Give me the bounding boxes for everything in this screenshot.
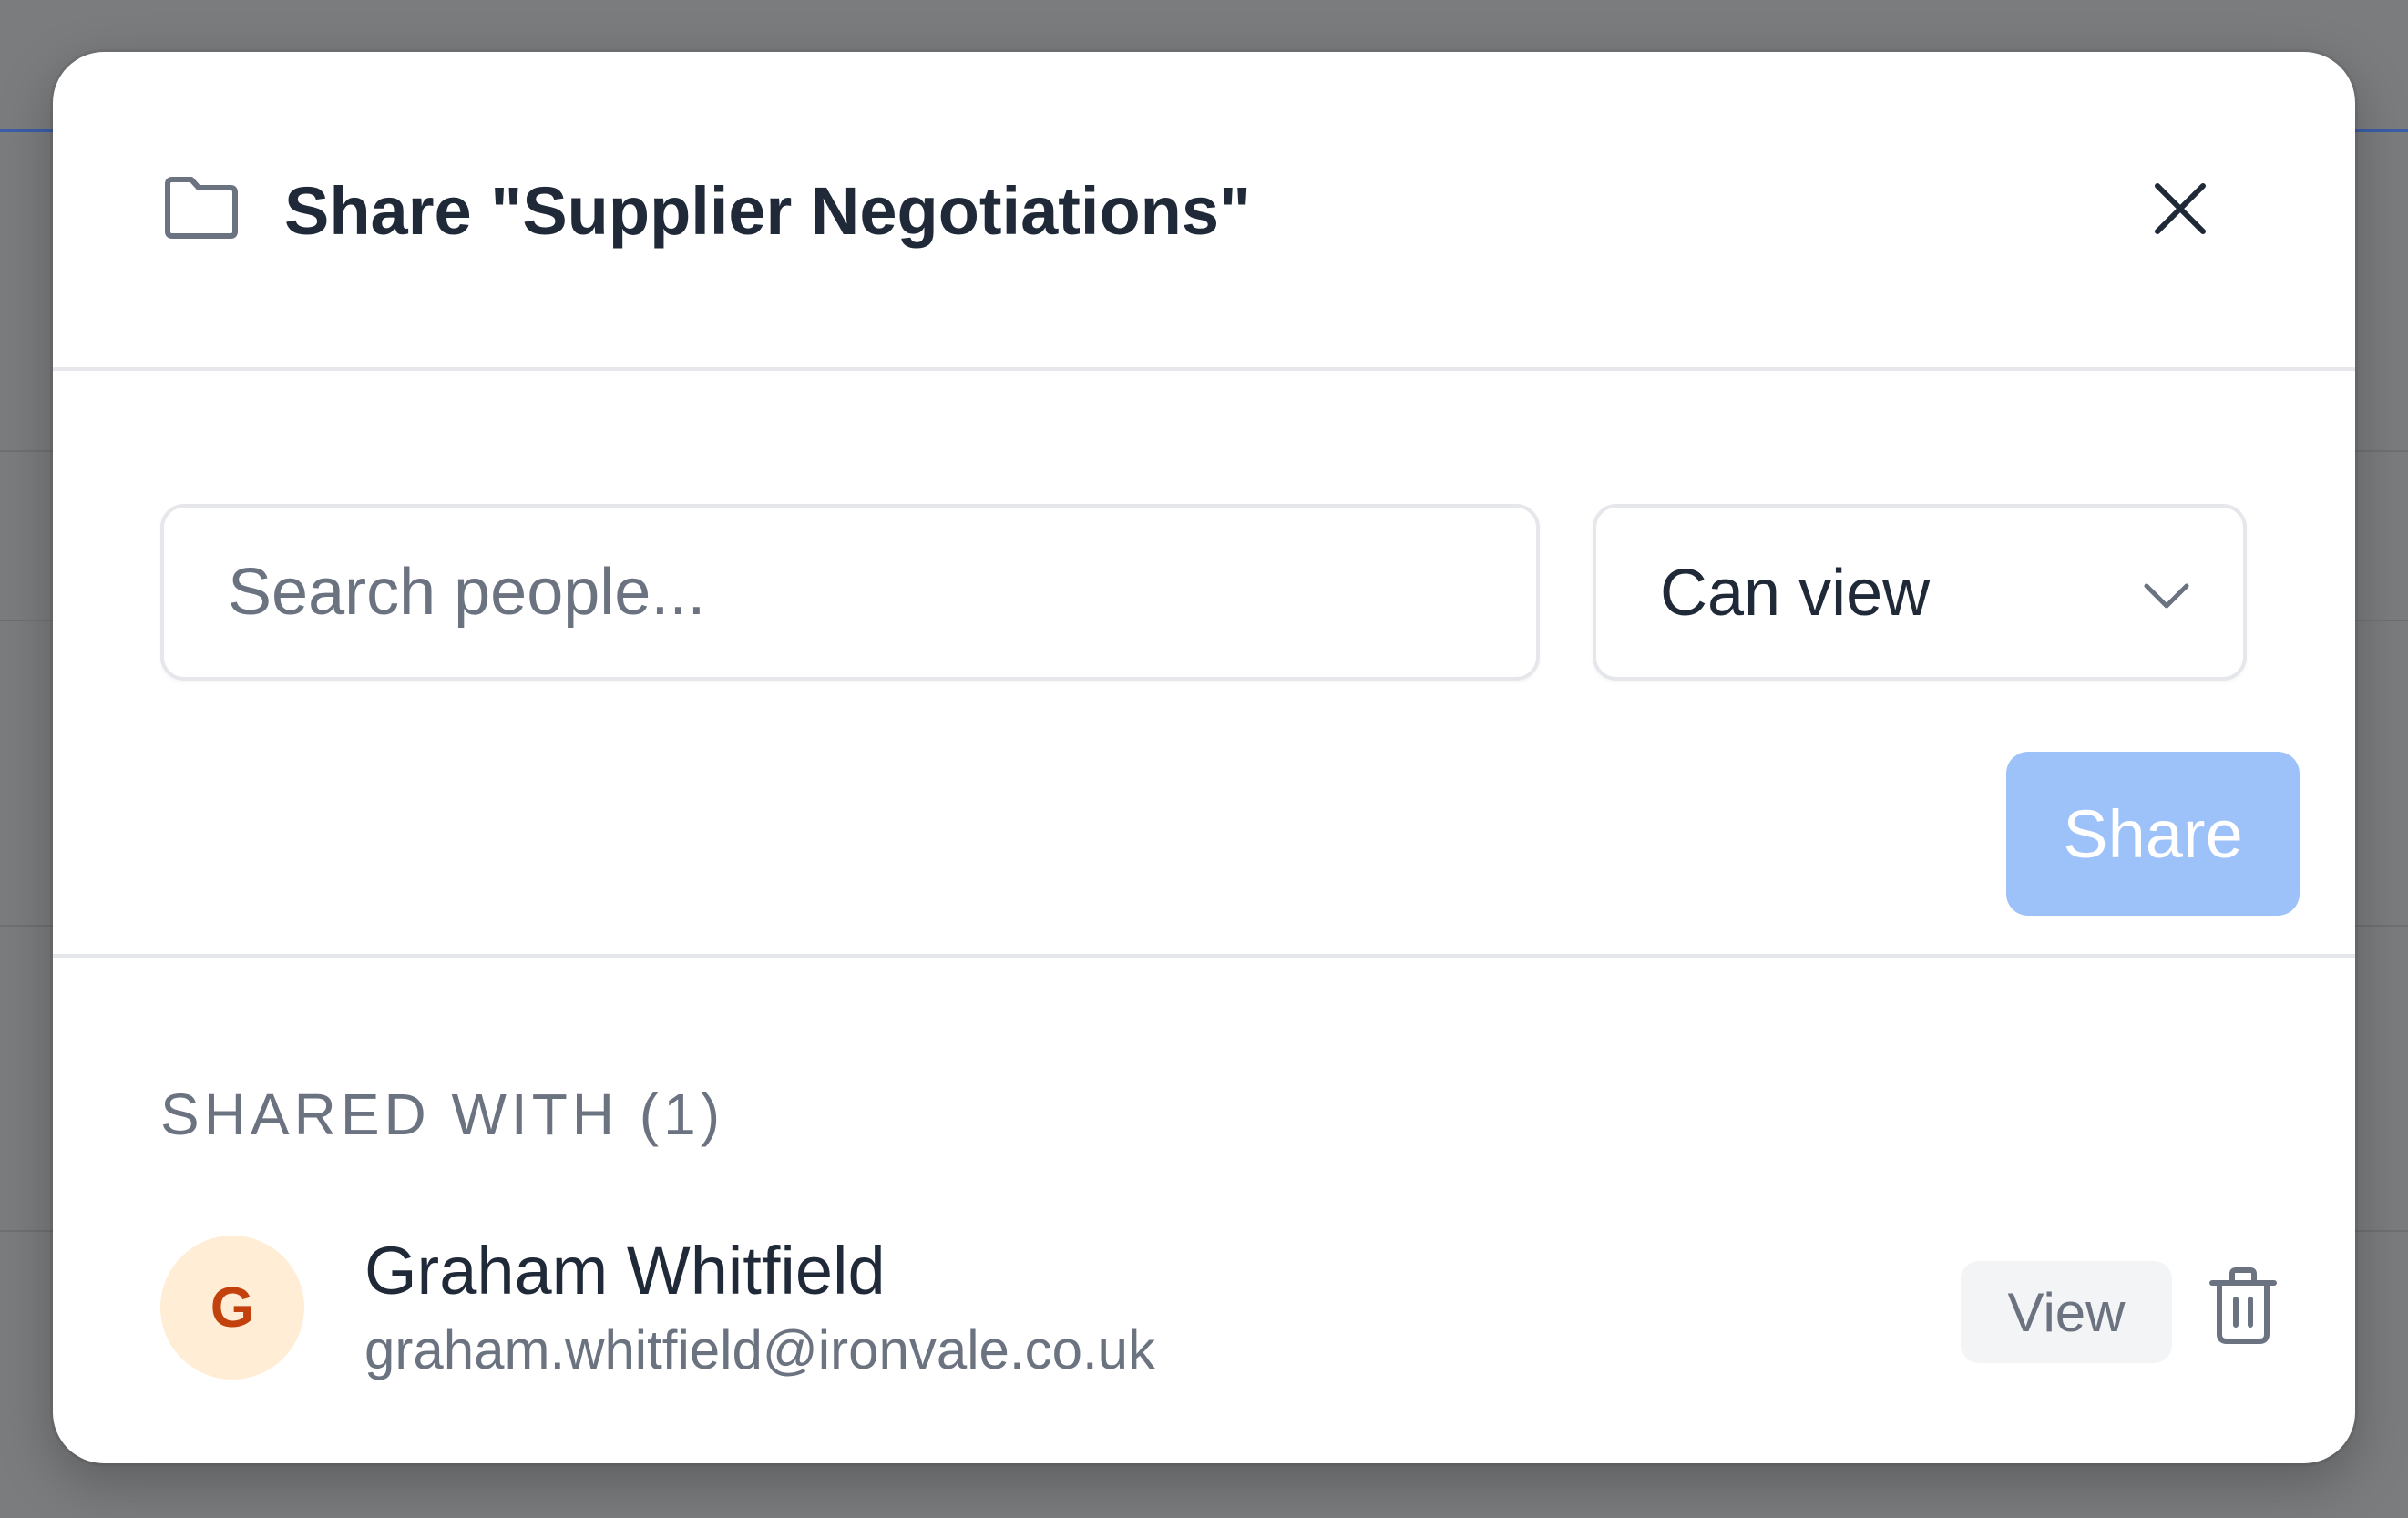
share-dialog: Share "Supplier Negotiations" Can view S… [53, 52, 2355, 1463]
chevron-down-icon [2144, 583, 2189, 609]
permission-select[interactable]: Can view [1593, 504, 2247, 681]
user-name: Graham Whitfield [364, 1233, 886, 1308]
dialog-title: Share "Supplier Negotiations" [284, 173, 1252, 249]
avatar: G [160, 1236, 304, 1380]
share-button[interactable]: Share [2006, 752, 2300, 916]
share-form: Can view Share [53, 371, 2355, 958]
shared-with-section: SHARED WITH (1) G Graham Whitfield graha… [53, 958, 2355, 1463]
close-icon [2155, 183, 2206, 234]
remove-user-button[interactable] [2198, 1256, 2289, 1356]
shared-with-heading: SHARED WITH (1) [160, 1082, 724, 1147]
background-accent-line [0, 129, 55, 132]
permission-select-value: Can view [1660, 557, 1931, 630]
trash-icon [2209, 1267, 2277, 1344]
role-badge[interactable]: View [1961, 1261, 2172, 1363]
background-accent-line-right [2353, 129, 2408, 132]
folder-icon [165, 177, 238, 239]
close-button[interactable] [2144, 172, 2217, 245]
user-email: graham.whitfield@ironvale.co.uk [364, 1319, 1155, 1380]
shared-user-row: G Graham Whitfield graham.whitfield@iron… [160, 1233, 2277, 1381]
search-people-input[interactable] [160, 504, 1540, 681]
dialog-header: Share "Supplier Negotiations" [53, 52, 2355, 371]
